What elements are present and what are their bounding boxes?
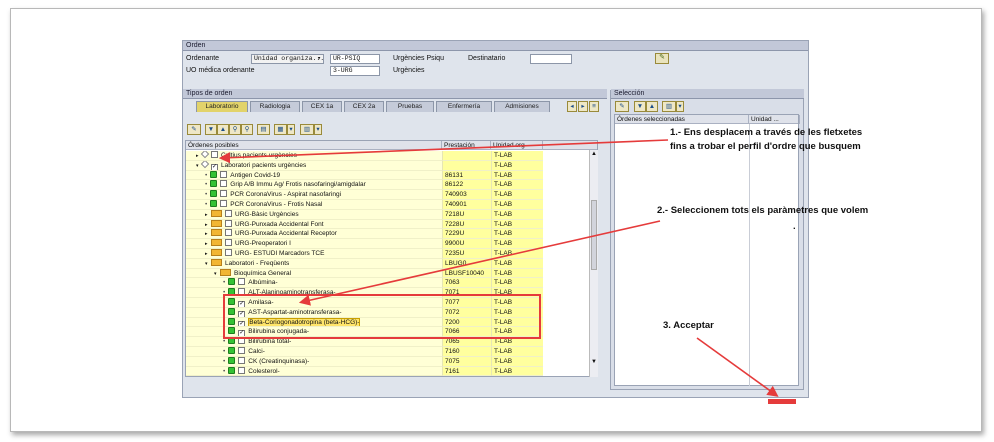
step1-line2: fins a trobar el perfil d'ordre que busq…: [670, 141, 861, 152]
step1-line1: 1.- Ens desplacem a través de les fletxe…: [670, 127, 863, 138]
arrow-step3: [696, 337, 779, 397]
stray-dot: .: [793, 221, 796, 232]
annotation-arrows: [218, 139, 779, 397]
step3-annotation: 3. Acceptar: [663, 320, 714, 331]
arrow-step1: [218, 139, 669, 164]
arrow-step2: [298, 220, 661, 306]
step1-annotation: 1.- Ens desplacem a través de les fletxe…: [670, 126, 930, 154]
step2-annotation: 2.- Seleccionem tots els paràmetres que …: [657, 205, 869, 216]
